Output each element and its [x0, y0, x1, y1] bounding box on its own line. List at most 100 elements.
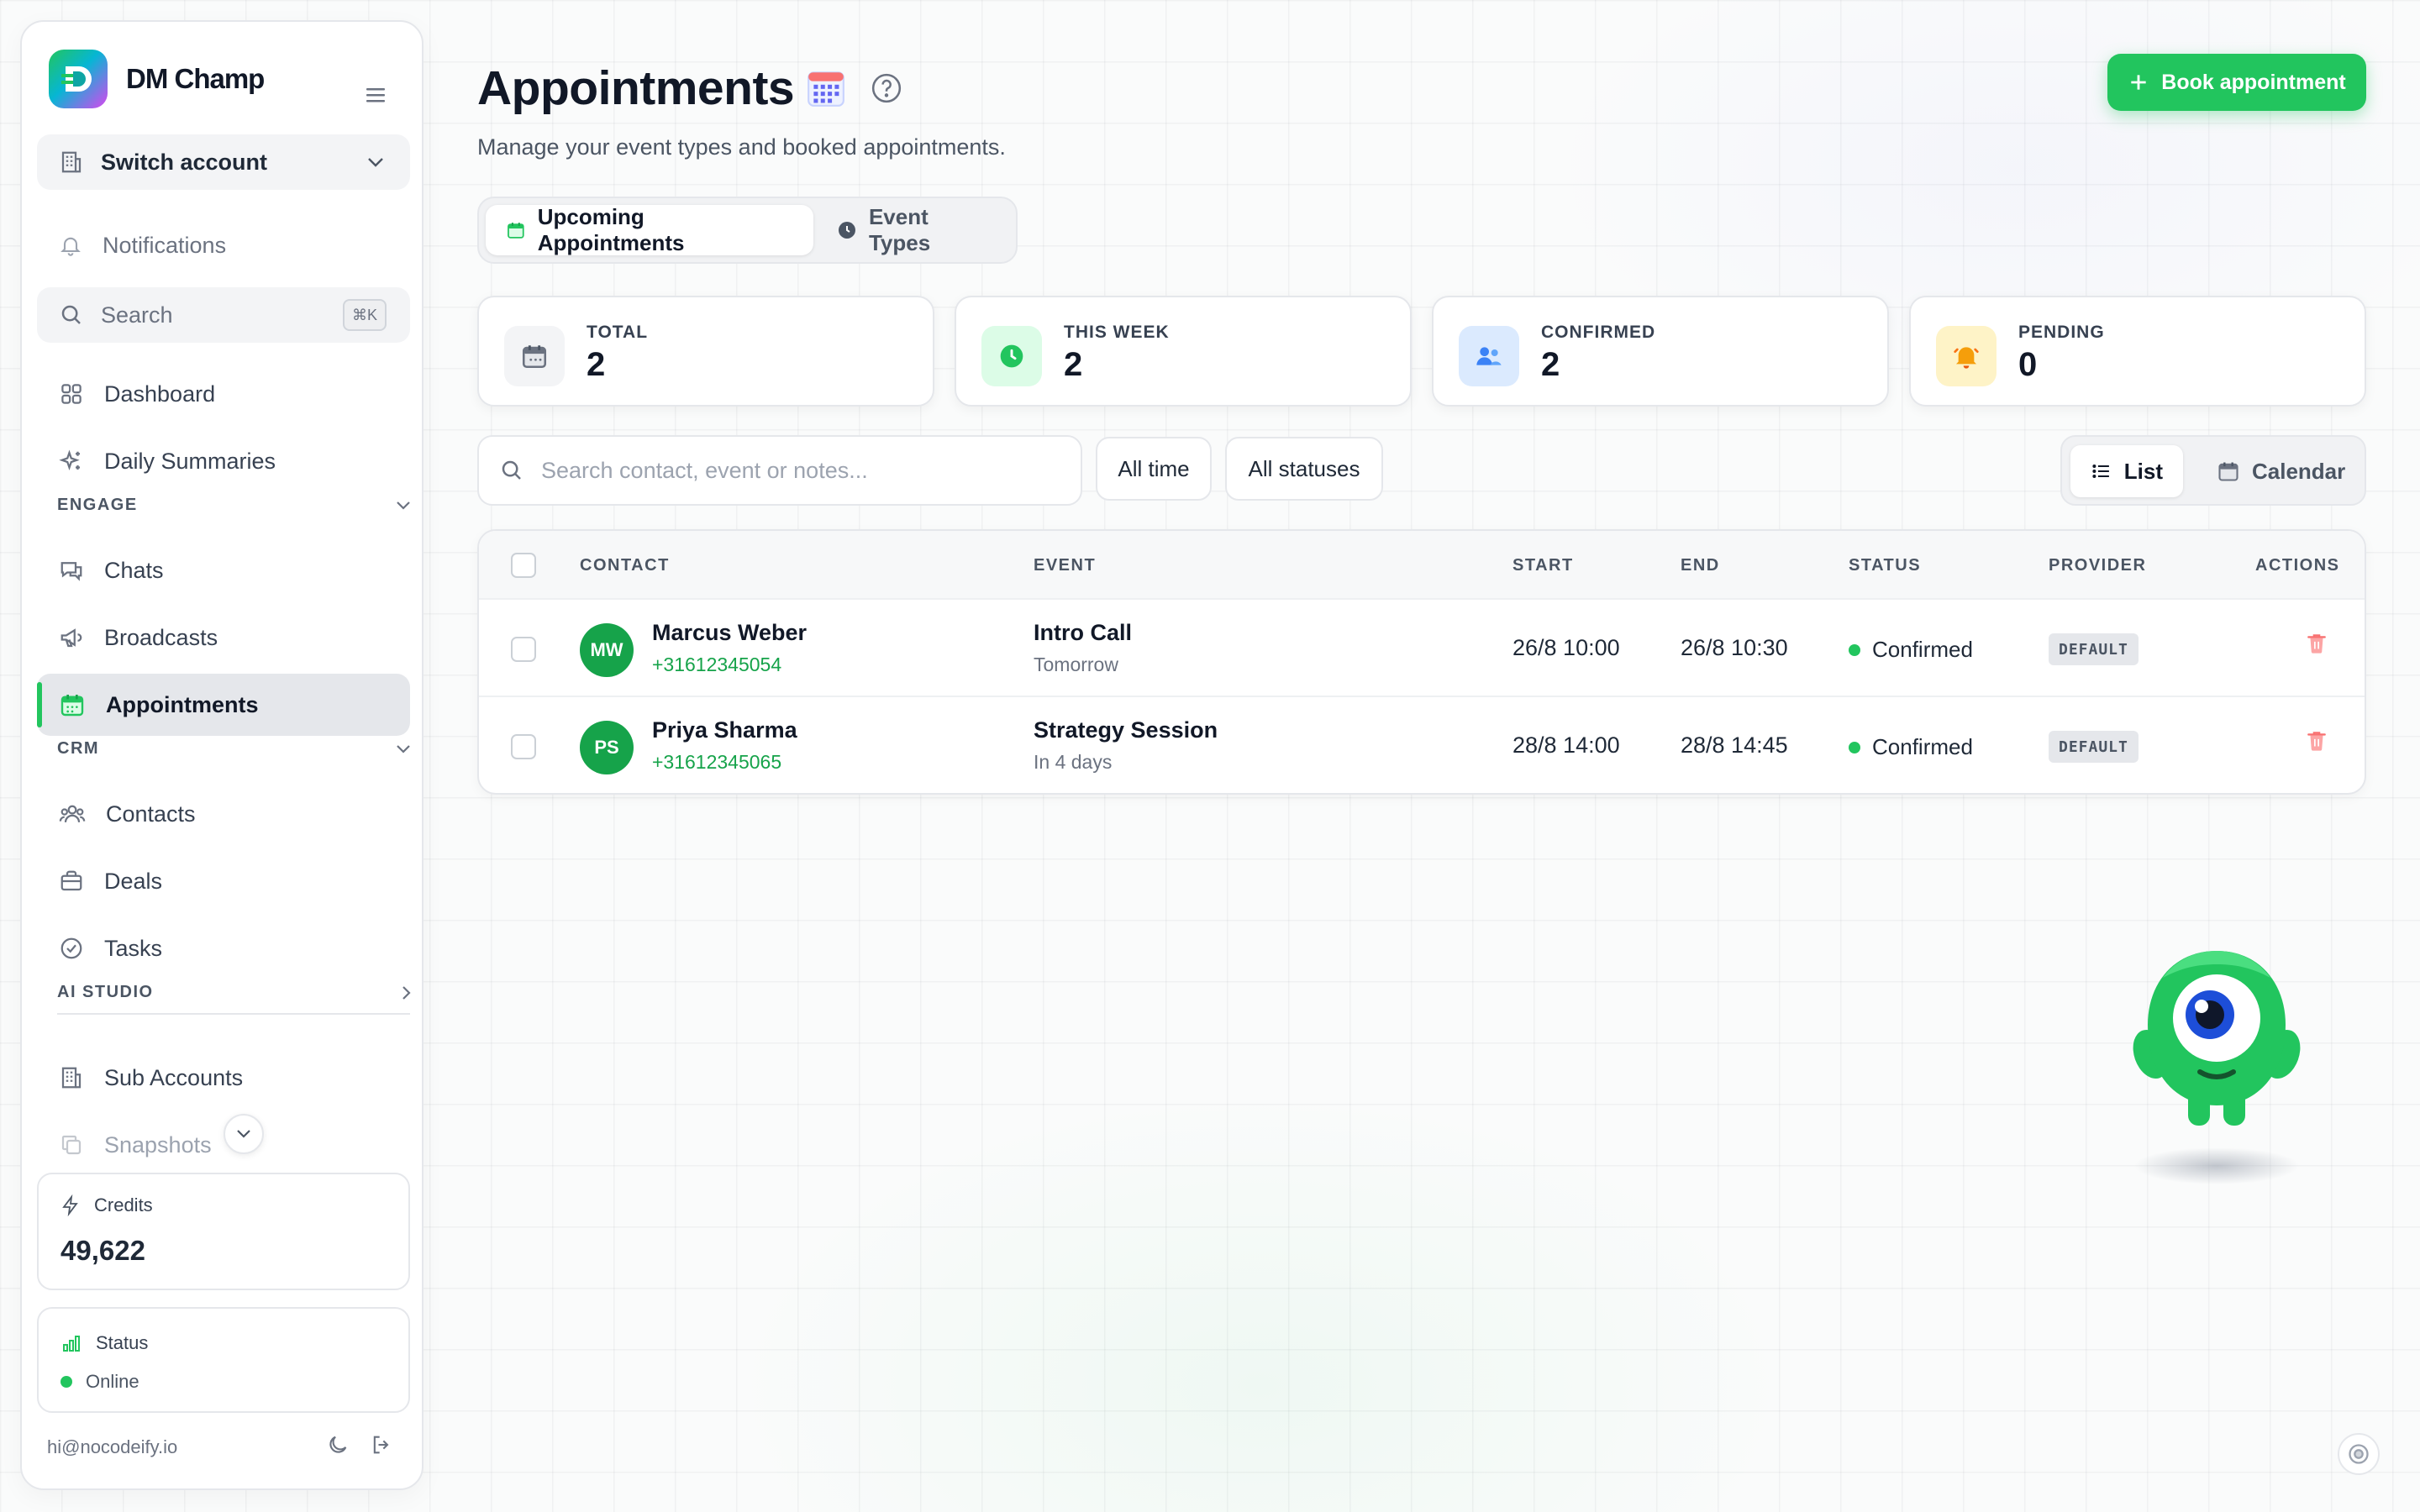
sidebar-item-chats[interactable]: Chats — [37, 539, 410, 601]
delete-button[interactable] — [2306, 729, 2328, 753]
table-header: CONTACT EVENT START END STATUS PROVIDER … — [479, 531, 2365, 600]
tab-upcoming-appointments[interactable]: Upcoming Appointments — [486, 204, 813, 255]
switch-account-button[interactable]: Switch account — [37, 134, 410, 190]
calendar-icon — [522, 345, 547, 369]
bell-icon — [60, 237, 81, 256]
chevron-down-icon — [397, 744, 410, 753]
trash-icon — [2307, 732, 2326, 751]
appointments-table: CONTACT EVENT START END STATUS PROVIDER … — [477, 529, 2366, 795]
view-calendar-button[interactable]: Calendar — [2196, 445, 2365, 497]
sparkles-icon — [59, 449, 80, 470]
view-toggle: List Calendar — [2060, 435, 2366, 506]
search-icon — [61, 305, 81, 324]
megaphone-icon — [60, 628, 82, 648]
sidebar-item-label: Tasks — [104, 935, 163, 961]
users-icon — [59, 805, 86, 822]
contact-phone[interactable]: +31612345054 — [652, 654, 781, 676]
scroll-down-button[interactable] — [224, 1114, 264, 1154]
trash-icon — [2307, 634, 2326, 654]
provider-badge: DEFAULT — [2049, 633, 2139, 665]
stat-icon-box — [981, 326, 1042, 386]
section-ai-studio[interactable]: AI STUDIO — [57, 983, 412, 1002]
contact-phone[interactable]: +31612345065 — [652, 751, 781, 774]
table-row[interactable]: PS Priya Sharma +31612345065 Strategy Se… — [479, 697, 2365, 793]
contact-name[interactable]: Marcus Weber — [652, 620, 807, 646]
help-button[interactable] — [871, 72, 902, 104]
logout-icon[interactable] — [370, 1433, 393, 1457]
sidebar-item-sub-accounts[interactable]: Sub Accounts — [37, 1047, 410, 1109]
start-time: 26/8 10:00 — [1512, 635, 1620, 660]
sidebar: DM Champ Switch account Notifications Se… — [20, 20, 424, 1490]
grid-icon — [61, 384, 82, 404]
sidebar-item-tasks[interactable]: Tasks — [37, 917, 410, 979]
time-filter-button[interactable]: All time — [1096, 437, 1212, 501]
view-calendar-label: Calendar — [2252, 458, 2346, 484]
view-list-button[interactable]: List — [2070, 445, 2183, 497]
stat-icon-box — [504, 326, 565, 386]
sidebar-item-snapshots[interactable]: Snapshots — [37, 1114, 410, 1176]
sidebar-item-broadcasts[interactable]: Broadcasts — [37, 606, 410, 669]
sidebar-item-label: Dashboard — [104, 381, 216, 407]
status-dot — [1849, 643, 1860, 656]
row-checkbox[interactable] — [511, 734, 536, 759]
divider — [57, 1013, 410, 1015]
assistant-button[interactable] — [2338, 1433, 2380, 1475]
sidebar-item-dashboard[interactable]: Dashboard — [37, 363, 410, 425]
stat-value: 2 — [1541, 346, 1560, 383]
menu-toggle-button[interactable] — [365, 86, 388, 104]
stat-value: 2 — [1064, 346, 1083, 383]
credits-card: Credits 49,622 — [37, 1173, 410, 1290]
tab-event-types[interactable]: Event Types — [817, 204, 1016, 255]
event-name: Strategy Session — [1034, 717, 1218, 743]
sidebar-item-label: Notifications — [103, 232, 227, 258]
book-appointment-button[interactable]: Book appointment — [2107, 54, 2366, 111]
clock-icon — [838, 222, 855, 239]
mascot-illustration[interactable] — [2118, 941, 2319, 1193]
target-icon — [2349, 1444, 2369, 1464]
online-indicator — [60, 1376, 72, 1388]
sidebar-item-deals[interactable]: Deals — [37, 850, 410, 912]
end-time: 28/8 14:45 — [1681, 732, 1788, 758]
stat-label: TOTAL — [587, 323, 649, 342]
column-header: PROVIDER — [2049, 556, 2147, 575]
status-filter-button[interactable]: All statuses — [1225, 437, 1383, 501]
credits-label: Credits — [60, 1194, 153, 1216]
row-checkbox[interactable] — [511, 637, 536, 662]
clock-icon — [1000, 344, 1023, 368]
contact-name[interactable]: Priya Sharma — [652, 717, 797, 743]
stat-card-confirmed: CONFIRMED 2 — [1432, 296, 1889, 407]
select-all-checkbox[interactable] — [511, 553, 536, 578]
chevron-down-icon — [368, 158, 383, 167]
search-button[interactable]: Search ⌘K — [37, 287, 410, 343]
search-icon — [502, 460, 521, 480]
section-engage[interactable]: ENGAGE — [57, 496, 412, 515]
event-relative-time: Tomorrow — [1034, 654, 1118, 675]
appointment-search — [477, 435, 1082, 506]
delete-button[interactable] — [2306, 632, 2328, 655]
stat-card-total: TOTAL 2 — [477, 296, 934, 407]
sidebar-item-daily-summaries[interactable]: Daily Summaries — [37, 430, 410, 492]
check-circle-icon — [60, 937, 82, 959]
chevron-down-icon — [237, 1130, 250, 1138]
status-card: Status Online — [37, 1307, 410, 1413]
column-header: START — [1512, 556, 1574, 575]
sidebar-item-label: Chats — [104, 557, 164, 583]
search-input[interactable] — [541, 457, 1045, 484]
section-crm[interactable]: CRM — [57, 739, 412, 759]
brand[interactable]: DM Champ — [49, 49, 265, 109]
section-label: AI STUDIO — [57, 983, 154, 1001]
stat-value: 2 — [587, 346, 606, 383]
view-tabs: Upcoming Appointments Event Types — [477, 197, 1018, 264]
event-name: Intro Call — [1034, 620, 1133, 645]
sidebar-item-notifications[interactable]: Notifications — [37, 217, 410, 274]
sidebar-item-appointments[interactable]: Appointments — [37, 674, 410, 736]
stat-label: PENDING — [2018, 323, 2105, 342]
table-row[interactable]: MW Marcus Weber +31612345054 Intro Call … — [479, 600, 2365, 697]
moon-icon[interactable] — [326, 1433, 350, 1457]
stat-icon-box — [1459, 326, 1519, 386]
sidebar-item-contacts[interactable]: Contacts — [37, 783, 410, 845]
column-header: STATUS — [1849, 556, 1922, 575]
section-label: CRM — [57, 739, 100, 758]
status-text: Confirmed — [1872, 734, 1973, 759]
status-text: Confirmed — [1872, 637, 1973, 662]
